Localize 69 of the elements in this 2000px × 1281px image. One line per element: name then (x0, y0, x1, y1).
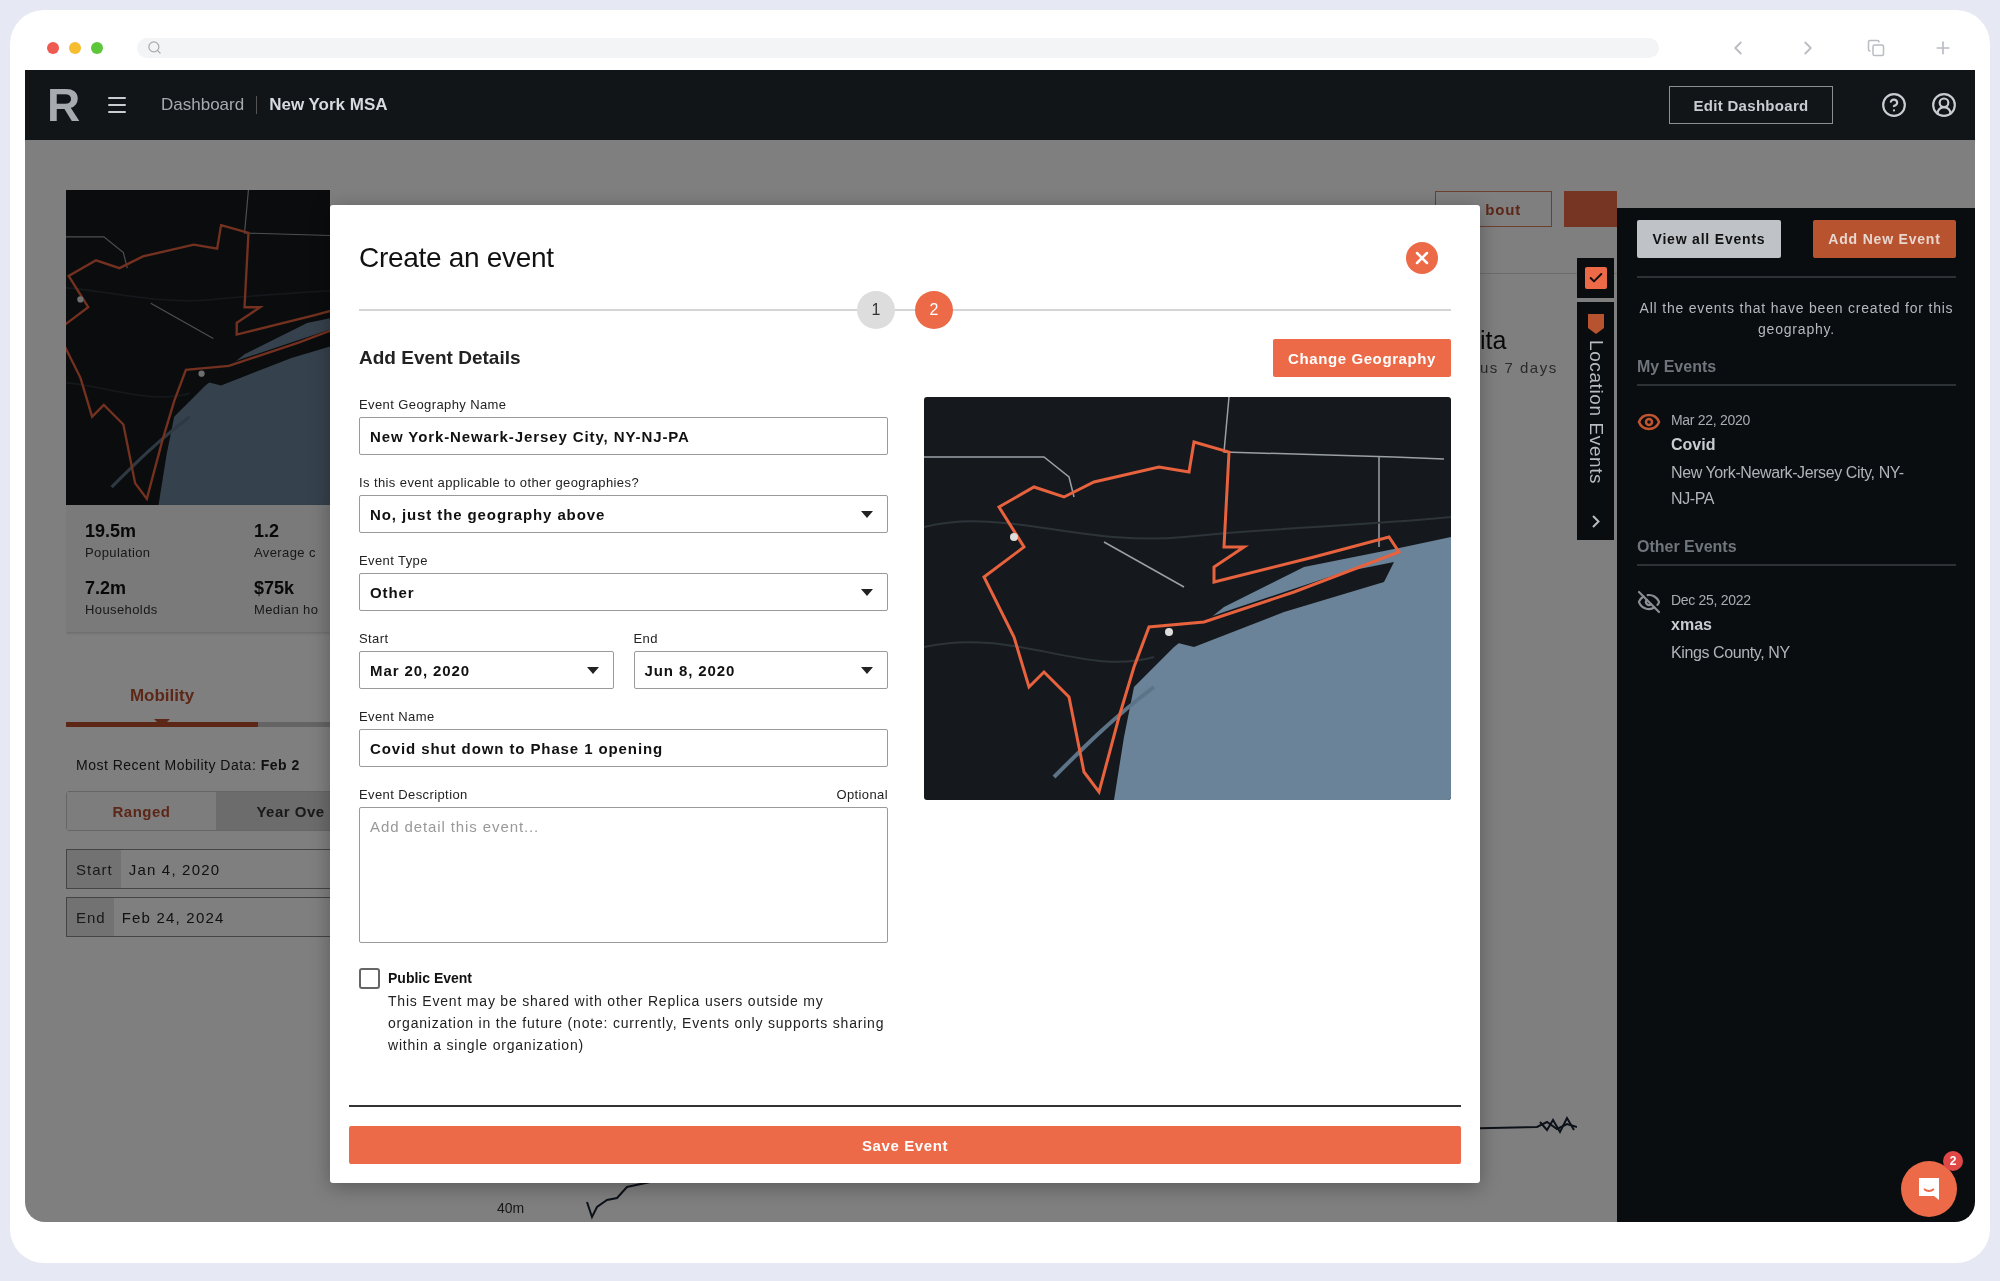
event-date: Dec 25, 2022 (1671, 592, 1752, 608)
caret-icon (586, 666, 599, 674)
field-label: Event Name (359, 709, 435, 725)
event-name: Covid (1671, 436, 1717, 454)
select-dropdown[interactable]: Other (359, 573, 888, 611)
text-input[interactable]: Covid shut down to Phase 1 opening (359, 729, 888, 767)
event-item[interactable]: Mar 22, 2020 Covid New York-Newark-Jersey City, NY-NJ-PA (1637, 412, 1956, 512)
public-event-description: This Event may be shared with other Replica users outside my organization in the future (note: currently, Events only supports sharing within a single organization) (388, 992, 886, 1055)
section-heading: My Events (1637, 358, 1718, 376)
checkbox-label: Public Event (388, 970, 474, 986)
chat-icon (1916, 1176, 1942, 1202)
field-label: Event Geography Name (359, 397, 507, 413)
stat-value: $75k (254, 577, 296, 599)
select-dropdown[interactable]: Jun 8, 2020 (633, 651, 888, 689)
recent-data-text: Most Recent Mobility Data: Feb 2 (76, 757, 301, 773)
caret-icon (861, 510, 873, 518)
event-name: xmas (1671, 616, 1713, 634)
close-button[interactable] (1406, 242, 1438, 274)
minimize-dot[interactable] (69, 41, 81, 54)
date-field[interactable]: End Feb 24, 2024 (66, 897, 330, 937)
select-dropdown[interactable]: Mar 20, 2020 (359, 651, 614, 689)
breadcrumb[interactable]: New York MSA (269, 95, 388, 115)
breadcrumb[interactable]: Dashboard (161, 95, 245, 115)
event-geography: Kings County, NY (1671, 643, 1791, 663)
date-field[interactable]: Start Jan 4, 2020 (66, 849, 330, 889)
select-dropdown[interactable]: No, just the geography above (359, 495, 888, 533)
stat-value: 1.2 (254, 521, 281, 542)
field-label: End (633, 631, 658, 647)
axis-label: 40m (497, 1200, 526, 1216)
chevron-right-icon (1591, 515, 1600, 528)
stat-label: Households (85, 601, 158, 617)
text-input[interactable]: New York-Newark-Jersey City, NY-NJ-PA (359, 417, 888, 455)
event-date: Mar 22, 2020 (1671, 412, 1751, 428)
user-icon[interactable] (1931, 92, 1957, 118)
close-dot[interactable] (47, 41, 59, 54)
step-indicator: 2 (915, 291, 953, 329)
edit-dashboard-button[interactable]: Edit Dashboard (1669, 86, 1833, 124)
caret-icon (861, 588, 873, 596)
metric-title: ita (1480, 326, 1507, 355)
stat-label: Population (85, 545, 151, 560)
maximize-dot[interactable] (91, 41, 103, 54)
optional-note: Optional (836, 787, 888, 803)
dialog-title: Create an event (359, 242, 554, 274)
events-checkbox[interactable] (1584, 267, 1607, 289)
help-icon[interactable] (1881, 92, 1907, 118)
stat-value: 7.2m (85, 577, 128, 599)
step-indicator: 1 (857, 291, 895, 329)
metric-subtitle: us 7 days (1480, 359, 1558, 376)
stat-value: 19.5m (85, 521, 138, 542)
stat-label: Average c (254, 545, 316, 560)
marker-icon (1587, 314, 1604, 334)
stat-label: Median ho (254, 601, 319, 617)
caret-icon (861, 666, 873, 674)
event-geography: New York-Newark-Jersey City, NY-NJ-PA (1671, 463, 1905, 509)
logo[interactable]: R (47, 82, 81, 128)
field-label: Event Description (359, 787, 468, 803)
field-label: Start (359, 631, 389, 647)
section-heading: Other Events (1637, 538, 1738, 556)
public-event-checkbox[interactable] (359, 968, 380, 989)
event-item[interactable]: Dec 25, 2022 xmas Kings County, NY (1637, 592, 1956, 666)
panel-description: All the events that have been created for this geography. (1638, 299, 1955, 339)
view-all-events-button[interactable]: View all Events (1637, 220, 1781, 258)
search-icon (147, 40, 162, 55)
location-events-tab[interactable]: Location Events (1577, 302, 1614, 540)
tabs-icon[interactable] (1867, 38, 1885, 57)
field-label: Event Type (359, 553, 428, 569)
field-label: Is this event applicable to other geographies? (359, 475, 640, 491)
section-title: Add Event Details (359, 347, 521, 369)
eye-off-icon[interactable] (1637, 590, 1661, 614)
